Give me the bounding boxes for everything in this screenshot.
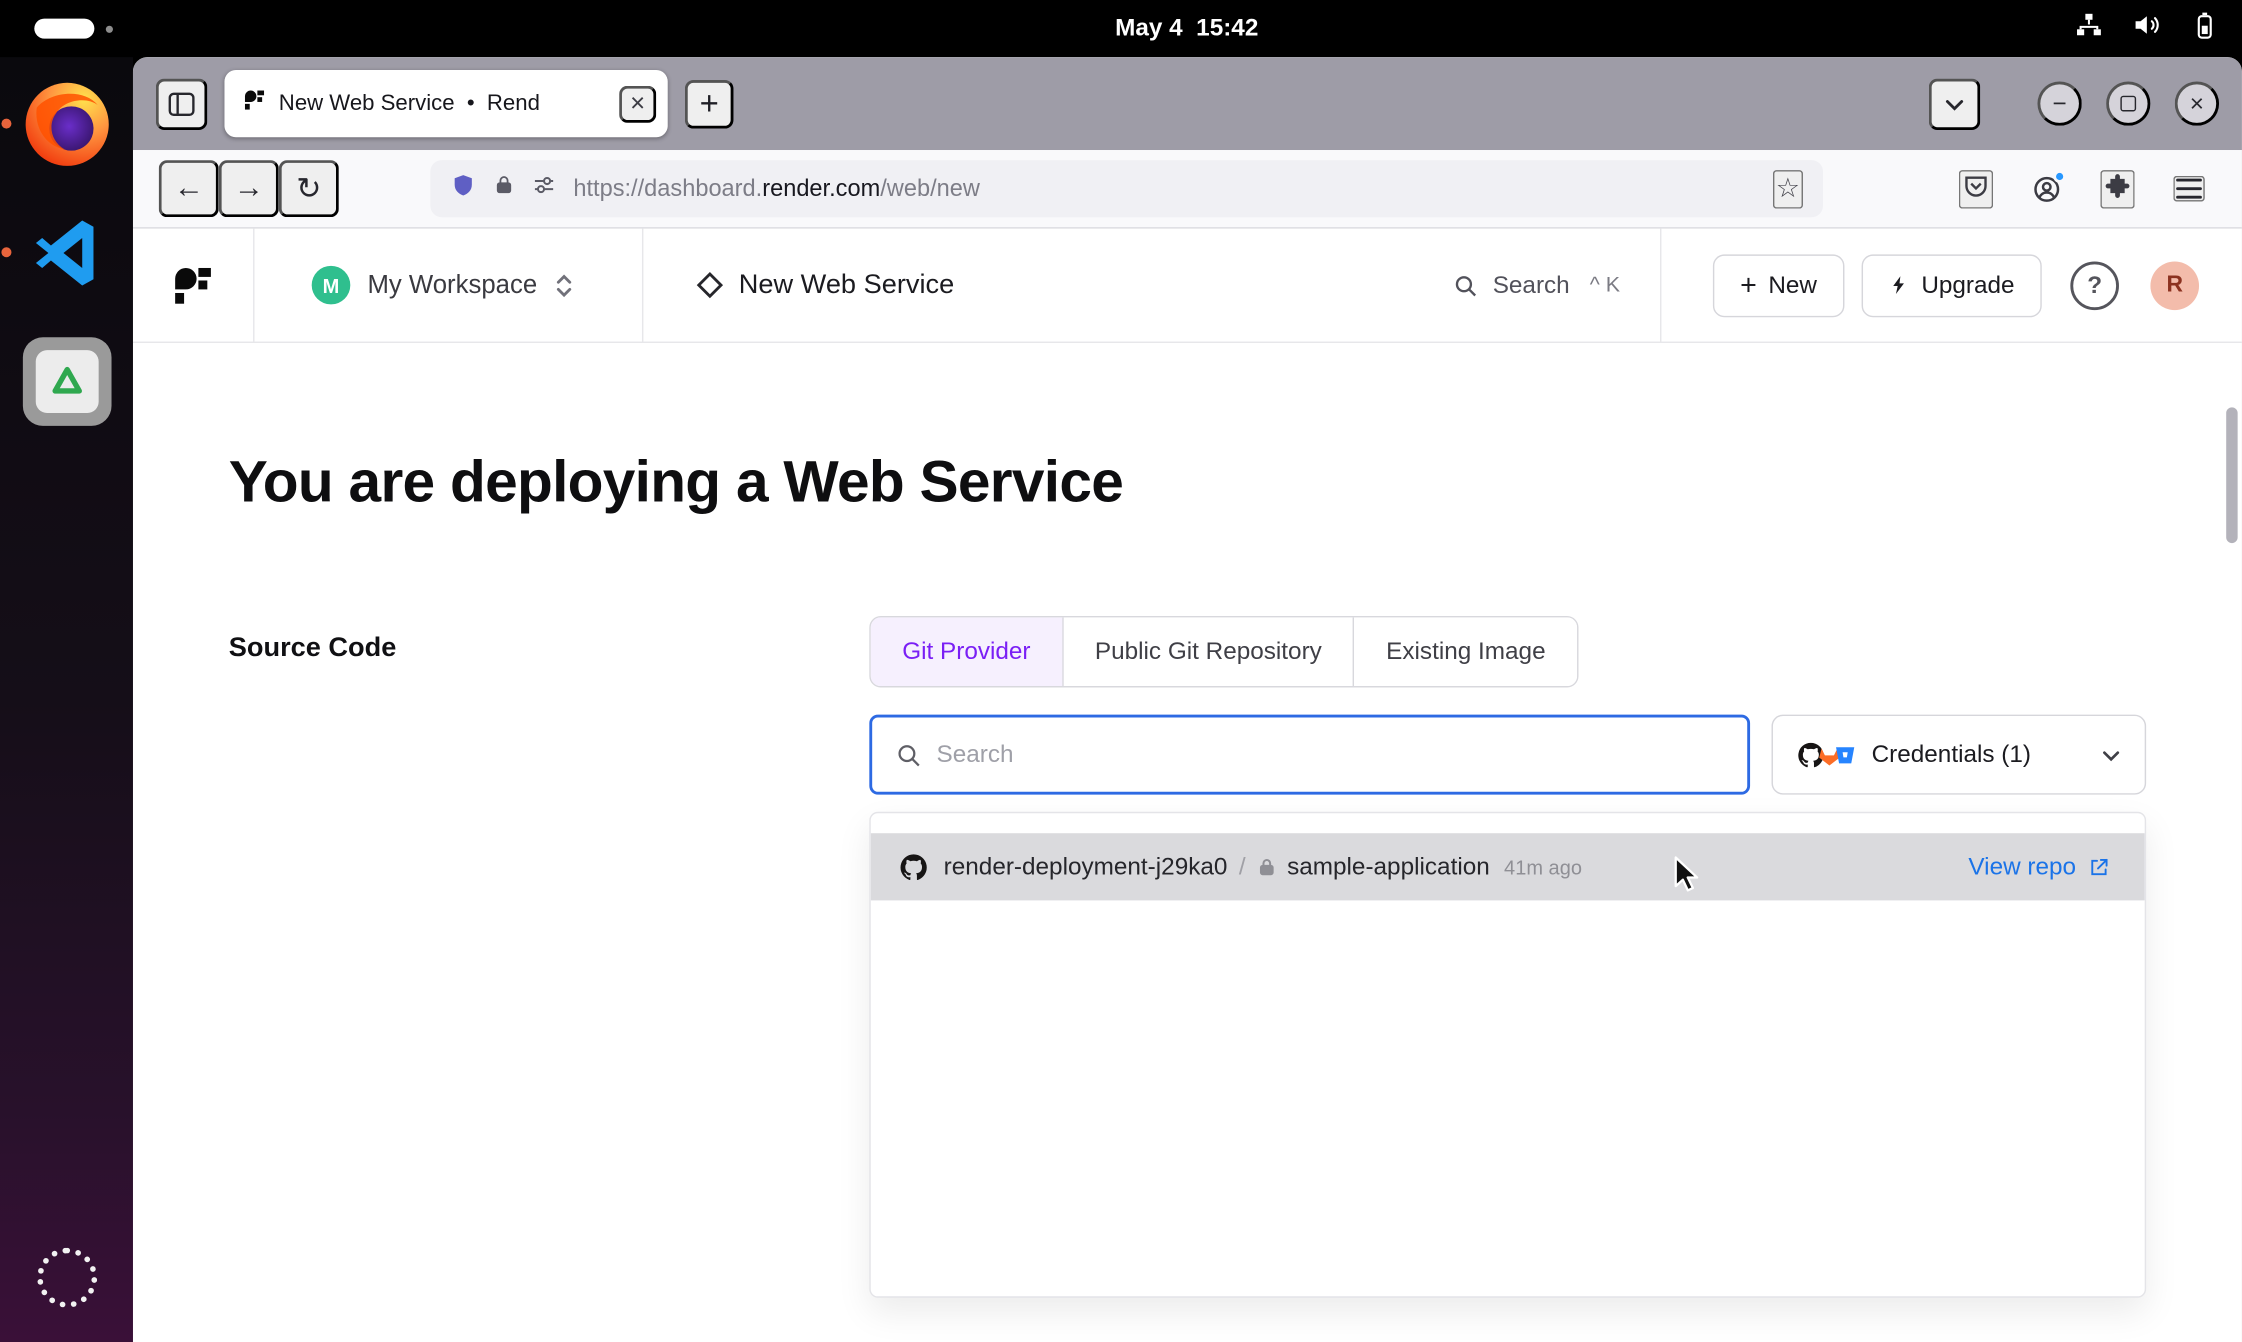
ubuntu-spinner-icon xyxy=(36,1248,96,1308)
firefox-tab-bar: New Web Service • Rend × + − × xyxy=(133,57,2242,150)
firefox-view-icon[interactable] xyxy=(156,78,207,129)
firefox-window: New Web Service • Rend × + − × ← → ↻ xyxy=(133,57,2242,1342)
page-title: New Web Service xyxy=(739,269,954,300)
source-code-label: Source Code xyxy=(229,616,870,1298)
list-tabs-chevron-icon[interactable] xyxy=(1929,78,1980,129)
extensions-puzzle-icon[interactable] xyxy=(2100,169,2134,208)
permissions-sliders-icon[interactable] xyxy=(532,173,556,204)
screen: May 4 15:42 xyxy=(0,0,2242,1342)
browser-tab[interactable]: New Web Service • Rend × xyxy=(224,70,667,137)
firefox-dock-icon[interactable] xyxy=(19,77,113,171)
window-controls: − × xyxy=(2037,81,2219,125)
repo-search-input[interactable] xyxy=(937,717,1748,791)
github-icon xyxy=(898,851,929,882)
new-tab-button[interactable]: + xyxy=(685,79,734,128)
system-clock[interactable]: May 4 15:42 xyxy=(1115,0,1258,57)
new-button[interactable]: + New xyxy=(1713,254,1844,317)
vscode-running-dot xyxy=(1,247,11,257)
nav-right-icons xyxy=(1959,169,2205,208)
bitbucket-icon xyxy=(1833,742,1857,766)
chevron-down-icon xyxy=(2100,744,2121,765)
tab-public-git-repository[interactable]: Public Git Repository xyxy=(1063,617,1354,686)
bolt-icon xyxy=(1888,273,1909,297)
page-title-group: New Web Service xyxy=(643,269,954,300)
view-repo-link[interactable]: View repo xyxy=(1968,853,2110,882)
search-label: Search xyxy=(1493,271,1570,300)
workspace-avatar: M xyxy=(312,266,351,305)
upgrade-button[interactable]: Upgrade xyxy=(1861,254,2041,317)
maximize-icon xyxy=(2120,96,2136,112)
workspace-indicator-pill[interactable] xyxy=(34,19,94,39)
header-actions: + New Upgrade ? R xyxy=(1662,254,2242,317)
app-header: M My Workspace New Web Service Search ^ … xyxy=(133,229,2242,343)
render-logo[interactable] xyxy=(133,264,253,307)
close-window-button[interactable]: × xyxy=(2175,81,2219,125)
firefox-nav-bar: ← → ↻ https://dashboard.render.com/web/n… xyxy=(133,150,2242,229)
pocket-icon[interactable] xyxy=(1959,169,1993,208)
account-notification-dot xyxy=(2053,169,2066,182)
repo-owner: render-deployment-j29ka0 xyxy=(944,853,1228,882)
workspace-switcher[interactable]: M My Workspace xyxy=(255,266,642,305)
source-type-tabs: Git Provider Public Git Repository Exist… xyxy=(869,616,1578,687)
trash-dock-icon[interactable] xyxy=(19,334,113,428)
private-lock-icon xyxy=(1257,857,1277,877)
search-shortcut: ^ K xyxy=(1590,273,1620,297)
tab-git-provider[interactable]: Git Provider xyxy=(871,617,1064,686)
search-icon xyxy=(895,741,922,768)
lock-icon[interactable] xyxy=(493,174,514,203)
user-avatar[interactable]: R xyxy=(2150,261,2199,310)
maximize-button[interactable] xyxy=(2106,81,2150,125)
plus-icon: + xyxy=(1740,271,1757,300)
volume-icon xyxy=(2132,10,2162,47)
credentials-label: Credentials (1) xyxy=(1872,740,2031,769)
workspace-name: My Workspace xyxy=(367,270,537,300)
repo-row[interactable]: render-deployment-j29ka0 / sample-applic… xyxy=(871,833,2145,900)
minimize-button[interactable]: − xyxy=(2037,81,2081,125)
global-search-button[interactable]: Search ^ K xyxy=(1453,271,1660,300)
forward-button[interactable]: → xyxy=(219,160,279,217)
network-icon xyxy=(2075,11,2104,47)
credentials-dropdown[interactable]: Credentials (1) xyxy=(1772,715,2147,795)
chevron-up-down-icon xyxy=(554,271,573,300)
page-content: You are deploying a Web Service Source C… xyxy=(133,343,2242,1342)
tracking-protection-shield-icon[interactable] xyxy=(450,172,476,205)
page-scrollbar[interactable] xyxy=(2226,407,2237,543)
system-status-area[interactable] xyxy=(2075,0,2219,57)
credential-provider-icons xyxy=(1796,740,1857,770)
firefox-running-dot xyxy=(1,119,11,129)
external-link-icon xyxy=(2088,855,2111,878)
tab-favicon-render-icon xyxy=(243,89,266,119)
repo-name: sample-application xyxy=(1287,853,1490,882)
reload-button[interactable]: ↻ xyxy=(279,160,339,217)
tab-existing-image[interactable]: Existing Image xyxy=(1355,617,1577,686)
service-diamond-icon xyxy=(696,272,722,298)
page-heading: You are deploying a Web Service xyxy=(229,449,2146,516)
url-bar[interactable]: https://dashboard.render.com/web/new ☆ xyxy=(430,160,1823,217)
vscode-dock-icon[interactable] xyxy=(19,206,113,300)
bookmark-star-icon[interactable]: ☆ xyxy=(1773,169,1803,208)
repo-search-box xyxy=(869,715,1750,795)
render-dashboard: M My Workspace New Web Service Search ^ … xyxy=(133,229,2242,1342)
help-button[interactable]: ? xyxy=(2070,261,2119,310)
account-icon[interactable] xyxy=(2032,174,2062,204)
repo-separator: / xyxy=(1239,853,1246,882)
tab-close-icon[interactable]: × xyxy=(619,85,656,122)
battery-icon xyxy=(2190,9,2219,48)
ubuntu-dock xyxy=(0,57,133,1342)
search-icon xyxy=(1453,272,1479,298)
workspace-indicator-dot[interactable] xyxy=(106,26,113,33)
repo-list-panel: render-deployment-j29ka0 / sample-applic… xyxy=(869,812,2146,1298)
back-button[interactable]: ← xyxy=(159,160,219,217)
system-top-bar: May 4 15:42 xyxy=(0,0,2242,57)
url-text: https://dashboard.render.com/web/new xyxy=(573,175,1755,202)
repo-updated-time: 41m ago xyxy=(1504,855,1582,878)
hamburger-menu-icon[interactable] xyxy=(2173,176,2204,202)
tab-title: New Web Service • Rend xyxy=(279,91,606,117)
